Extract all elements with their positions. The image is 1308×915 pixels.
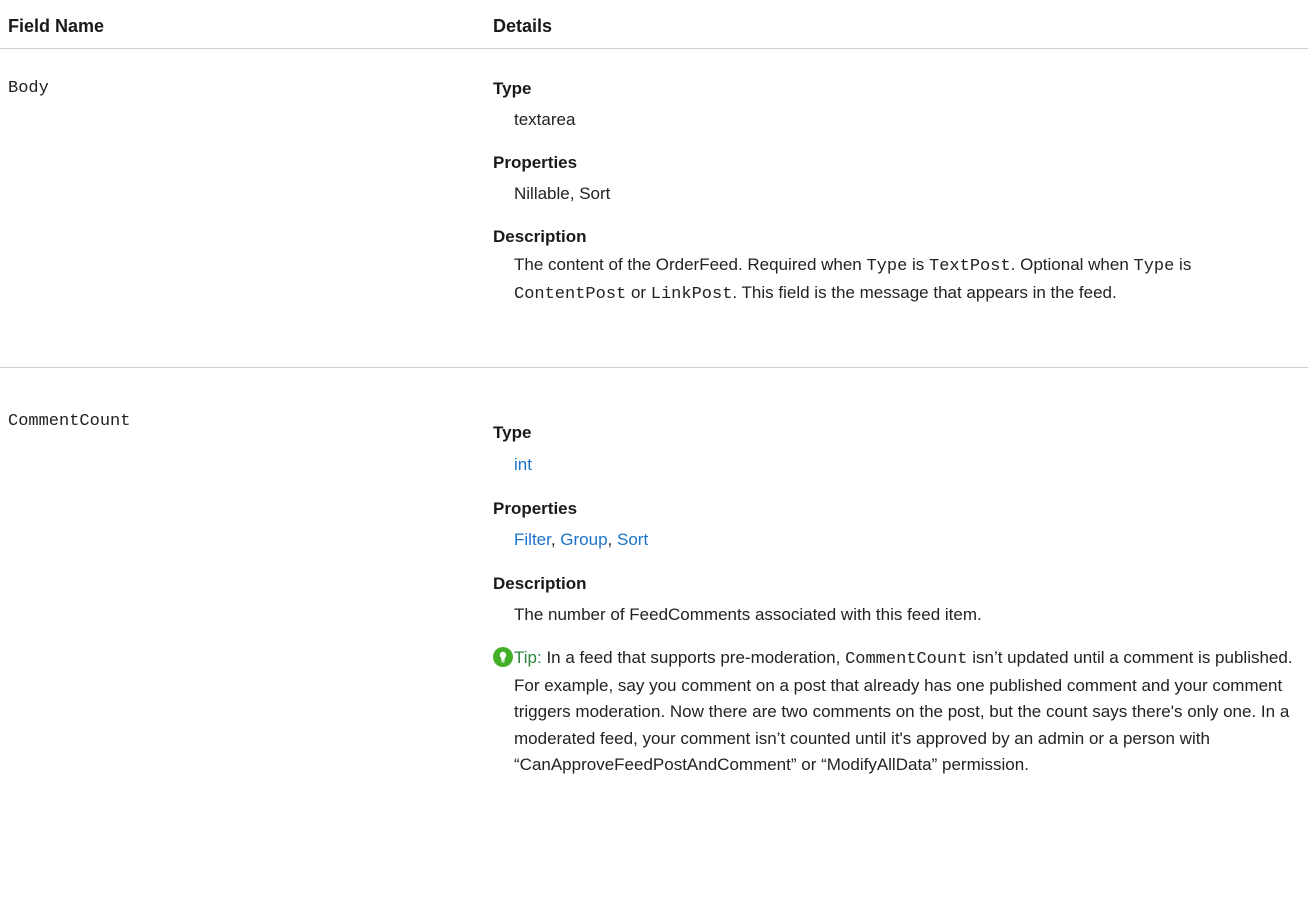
field-name-column-header: Field Name xyxy=(8,16,105,36)
field-name-body: Body xyxy=(8,79,49,98)
code-type: Type xyxy=(1133,257,1175,276)
table-row: CommentCount Type int Properties Filter,… xyxy=(0,368,1308,915)
type-label: Type xyxy=(493,423,532,442)
table-row: Body Type textarea Properties Nillable, … xyxy=(0,49,1308,368)
properties-label: Properties xyxy=(493,153,578,172)
properties-label: Properties xyxy=(493,499,578,518)
tip-text: Tip: In a feed that supports pre-moderat… xyxy=(514,648,1293,774)
type-link-int[interactable]: int xyxy=(514,452,532,478)
code-contentpost: ContentPost xyxy=(514,285,627,304)
type-value: textarea xyxy=(514,110,576,129)
table-header: Field Name Details xyxy=(0,0,1308,49)
description-text: The number of FeedComments associated wi… xyxy=(514,605,982,624)
property-link-group[interactable]: Group xyxy=(560,530,607,549)
code-type: Type xyxy=(866,257,908,276)
type-label: Type xyxy=(493,79,532,98)
description-label: Description xyxy=(493,227,587,246)
code-linkpost: LinkPost xyxy=(650,285,733,304)
property-link-filter[interactable]: Filter xyxy=(514,530,551,549)
properties-value: Nillable, Sort xyxy=(514,184,611,203)
description-label: Description xyxy=(493,574,587,593)
tip-label: Tip: xyxy=(514,648,542,667)
property-link-sort[interactable]: Sort xyxy=(617,530,648,549)
description-text: The content of the OrderFeed. Required w… xyxy=(514,255,1192,304)
properties-value: Filter, Group, Sort xyxy=(514,530,649,549)
code-textpost: TextPost xyxy=(929,257,1011,276)
code-commentcount: CommentCount xyxy=(845,650,968,669)
details-column-header: Details xyxy=(493,16,553,36)
lightbulb-icon xyxy=(493,647,513,667)
field-name-commentcount: CommentCount xyxy=(8,412,131,431)
